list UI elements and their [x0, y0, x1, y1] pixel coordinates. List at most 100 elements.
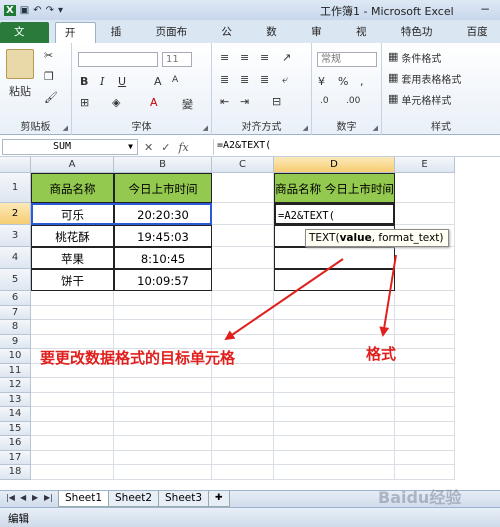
tab-page-layout[interactable]: 页面布局 — [147, 22, 207, 59]
tab-review[interactable]: 审阅 — [302, 22, 341, 59]
cell-a6[interactable] — [31, 291, 114, 306]
column-header-c[interactable]: C — [212, 157, 274, 173]
row-header-1[interactable]: 1 — [0, 173, 31, 203]
cell-d2[interactable]: =A2&TEXT( — [274, 203, 395, 225]
cell-c6[interactable] — [212, 291, 274, 306]
customize-qa-icon[interactable]: ▾ — [58, 5, 63, 16]
row-header-2[interactable]: 2 — [0, 203, 31, 225]
cell-c8[interactable] — [212, 320, 274, 335]
row-header-13[interactable]: 13 — [0, 392, 31, 407]
row-header-6[interactable]: 6 — [0, 291, 31, 306]
column-header-e[interactable]: E — [395, 157, 455, 173]
paste-button[interactable]: 粘贴 — [4, 83, 36, 99]
cell-a14[interactable] — [31, 407, 114, 422]
decrease-decimal-icon[interactable]: .00 — [346, 96, 360, 106]
cell-a18[interactable] — [31, 465, 114, 480]
comma-icon[interactable]: , — [360, 75, 364, 88]
wrap-text-icon[interactable]: ⤶ — [282, 73, 288, 87]
sheet-tab-3[interactable]: Sheet3 — [158, 491, 210, 507]
clipboard-launcher-icon[interactable]: ◢ — [63, 124, 68, 132]
next-sheet-icon[interactable]: ▶ — [32, 493, 38, 502]
grow-font-icon[interactable]: A — [154, 75, 162, 88]
cell-a3[interactable]: 桃花酥 — [31, 225, 114, 247]
cell-d11[interactable] — [274, 363, 395, 378]
cell-b3[interactable]: 19:45:03 — [114, 225, 212, 247]
cell-e11[interactable] — [395, 363, 455, 378]
minimize-button[interactable]: − — [474, 2, 496, 16]
copy-icon[interactable]: ❐ — [44, 70, 54, 83]
cell-d14[interactable] — [274, 407, 395, 422]
font-launcher-icon[interactable]: ◢ — [203, 124, 208, 132]
tab-file[interactable]: 文件 — [0, 22, 49, 59]
tab-home[interactable]: 开始 — [54, 22, 96, 60]
cell-c18[interactable] — [212, 465, 274, 480]
align-bottom-icon[interactable]: ≡ — [260, 51, 269, 64]
cell-c13[interactable] — [212, 392, 274, 407]
sheet-tab-2[interactable]: Sheet2 — [108, 491, 160, 507]
cell-c4[interactable] — [212, 247, 274, 269]
cell-e15[interactable] — [395, 421, 455, 436]
tab-view[interactable]: 视图 — [347, 22, 386, 59]
cell-d12[interactable] — [274, 378, 395, 393]
cell-b13[interactable] — [114, 392, 212, 407]
cell-b4[interactable]: 8:10:45 — [114, 247, 212, 269]
cell-b7[interactable] — [114, 305, 212, 320]
cell-d15[interactable] — [274, 421, 395, 436]
tab-formulas[interactable]: 公式 — [212, 22, 251, 59]
tab-special[interactable]: 特色功能 — [392, 22, 452, 59]
shrink-font-icon[interactable]: A — [172, 75, 178, 85]
row-header-12[interactable]: 12 — [0, 378, 31, 393]
align-right-icon[interactable]: ≣ — [260, 73, 269, 86]
cell-b6[interactable] — [114, 291, 212, 306]
cell-b16[interactable] — [114, 436, 212, 451]
cell-c15[interactable] — [212, 421, 274, 436]
cell-c1[interactable] — [212, 173, 274, 203]
cell-c5[interactable] — [212, 269, 274, 291]
cell-d18[interactable] — [274, 465, 395, 480]
row-header-5[interactable]: 5 — [0, 269, 31, 291]
first-sheet-icon[interactable]: |◀ — [6, 493, 15, 502]
cell-b17[interactable] — [114, 450, 212, 465]
name-box-dropdown-icon[interactable]: ▼ — [128, 140, 133, 154]
decrease-indent-icon[interactable]: ⇤ — [220, 95, 229, 108]
paste-icon[interactable] — [6, 49, 34, 79]
cell-c12[interactable] — [212, 378, 274, 393]
cell-e16[interactable] — [395, 436, 455, 451]
cell-d4[interactable] — [274, 247, 395, 269]
row-header-11[interactable]: 11 — [0, 363, 31, 378]
cell-a5[interactable]: 饼干 — [31, 269, 114, 291]
number-launcher-icon[interactable]: ◢ — [373, 124, 378, 132]
increase-decimal-icon[interactable]: .0 — [320, 96, 329, 106]
cell-e9[interactable] — [395, 334, 455, 349]
format-table-button[interactable]: ▦ 套用表格格式 — [388, 71, 461, 86]
align-middle-icon[interactable]: ≡ — [240, 51, 249, 64]
number-format-box[interactable]: 常规 — [317, 52, 377, 67]
row-header-7[interactable]: 7 — [0, 305, 31, 320]
cell-a12[interactable] — [31, 378, 114, 393]
row-header-16[interactable]: 16 — [0, 436, 31, 451]
cell-a15[interactable] — [31, 421, 114, 436]
cell-d8[interactable] — [274, 320, 395, 335]
cell-e13[interactable] — [395, 392, 455, 407]
column-header-a[interactable]: A — [31, 157, 114, 173]
row-header-18[interactable]: 18 — [0, 465, 31, 480]
row-header-4[interactable]: 4 — [0, 247, 31, 269]
cell-c16[interactable] — [212, 436, 274, 451]
align-left-icon[interactable]: ≣ — [220, 73, 229, 86]
align-top-icon[interactable]: ≡ — [220, 51, 229, 64]
phonetic-icon[interactable]: 變 — [182, 96, 193, 112]
save-icon[interactable]: ▣ — [20, 5, 29, 16]
font-name-box[interactable] — [78, 52, 158, 67]
cell-e4[interactable] — [395, 247, 455, 269]
formula-input[interactable]: =A2&TEXT( — [213, 139, 498, 155]
cell-e8[interactable] — [395, 320, 455, 335]
currency-icon[interactable]: ¥ — [318, 75, 325, 88]
excel-logo-icon[interactable]: X — [4, 4, 16, 16]
cell-d7[interactable] — [274, 305, 395, 320]
last-sheet-icon[interactable]: ▶| — [44, 493, 53, 502]
cell-c7[interactable] — [212, 305, 274, 320]
underline-icon[interactable]: U — [118, 75, 126, 88]
cell-b1[interactable]: 今日上市时间 — [114, 173, 212, 203]
cell-b15[interactable] — [114, 421, 212, 436]
cell-b5[interactable]: 10:09:57 — [114, 269, 212, 291]
